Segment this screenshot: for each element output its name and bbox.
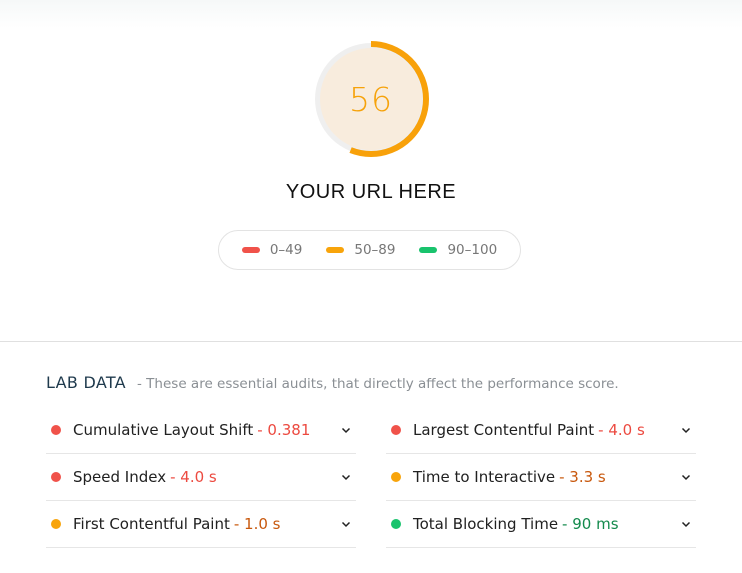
lab-data-title: LAB DATA <box>46 373 126 392</box>
metric-value: - 3.3 s <box>559 468 606 486</box>
metric-speed-index[interactable]: Speed Index - 4.0 s <box>46 454 356 501</box>
top-fade <box>0 0 742 28</box>
metric-time-to-interactive[interactable]: Time to Interactive - 3.3 s <box>386 454 696 501</box>
metric-value: - 1.0 s <box>233 515 281 533</box>
status-dot-icon <box>391 472 401 482</box>
chevron-down-icon[interactable] <box>680 424 692 436</box>
chevron-down-icon[interactable] <box>340 424 352 436</box>
metric-name: Time to Interactive <box>413 468 556 486</box>
legend-swatch-average <box>326 247 345 253</box>
status-dot-icon <box>391 425 401 435</box>
chevron-down-icon[interactable] <box>340 471 352 483</box>
metric-name: Speed Index <box>73 468 167 486</box>
score-legend: 0–49 50–89 90–100 <box>218 230 521 270</box>
performance-score-gauge: 56 <box>310 38 432 160</box>
chevron-down-icon[interactable] <box>680 471 692 483</box>
metric-name: Largest Contentful Paint <box>413 421 595 439</box>
legend-swatch-fail <box>241 247 260 253</box>
status-dot-icon <box>51 425 61 435</box>
lab-data-header: LAB DATA - These are essential audits, t… <box>46 373 619 392</box>
lab-data-description: - These are essential audits, that direc… <box>137 376 619 392</box>
score-value: 56 <box>349 79 393 119</box>
metric-value: - 90 ms <box>562 515 619 533</box>
metric-name: Total Blocking Time <box>413 515 559 533</box>
legend-label: 90–100 <box>447 242 498 258</box>
chevron-down-icon[interactable] <box>340 518 352 530</box>
metric-total-blocking-time[interactable]: Total Blocking Time - 90 ms <box>386 501 696 548</box>
section-divider <box>0 341 742 342</box>
metric-name: Cumulative Layout Shift <box>73 421 254 439</box>
metric-cumulative-layout-shift[interactable]: Cumulative Layout Shift - 0.381 <box>46 407 356 454</box>
legend-item-average: 50–89 <box>326 242 395 258</box>
legend-item-pass: 90–100 <box>419 242 497 258</box>
metric-value: - 0.381 <box>257 421 311 439</box>
status-dot-icon <box>391 519 401 529</box>
metric-value: - 4.0 s <box>598 421 645 439</box>
legend-item-fail: 0–49 <box>241 242 303 258</box>
page-url-title: YOUR URL HERE <box>285 181 457 203</box>
metric-value: - 4.0 s <box>170 468 217 486</box>
metrics-grid: Cumulative Layout Shift - 0.381 Largest … <box>46 407 696 548</box>
metric-name: First Contentful Paint <box>73 515 230 533</box>
metric-largest-contentful-paint[interactable]: Largest Contentful Paint - 4.0 s <box>386 407 696 454</box>
metric-first-contentful-paint[interactable]: First Contentful Paint - 1.0 s <box>46 501 356 548</box>
chevron-down-icon[interactable] <box>680 518 692 530</box>
legend-label: 50–89 <box>354 242 396 258</box>
status-dot-icon <box>51 519 61 529</box>
legend-swatch-pass <box>419 247 438 253</box>
status-dot-icon <box>51 472 61 482</box>
legend-label: 0–49 <box>269 242 303 258</box>
